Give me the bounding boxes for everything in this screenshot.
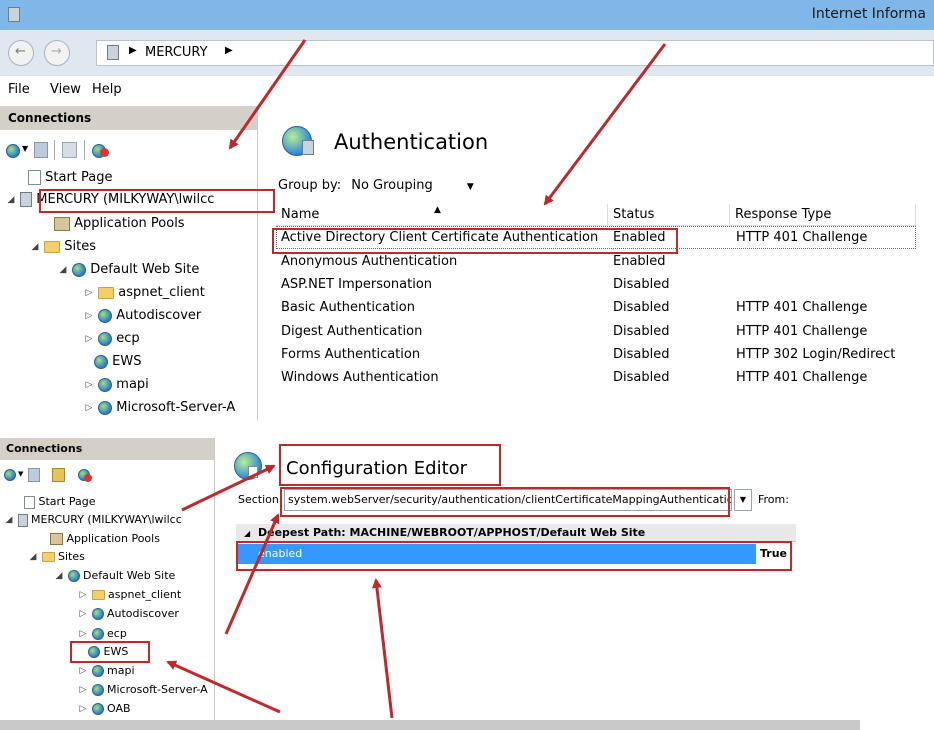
arrow-to-server (228, 39, 307, 150)
arrow-to-ews (166, 660, 281, 714)
arrow-to-ad-row (543, 43, 667, 206)
arrow-to-section (224, 513, 280, 635)
arrow-to-config-editor (181, 464, 276, 512)
arrow-to-enabled (371, 578, 394, 719)
annotation-arrows (166, 39, 667, 719)
